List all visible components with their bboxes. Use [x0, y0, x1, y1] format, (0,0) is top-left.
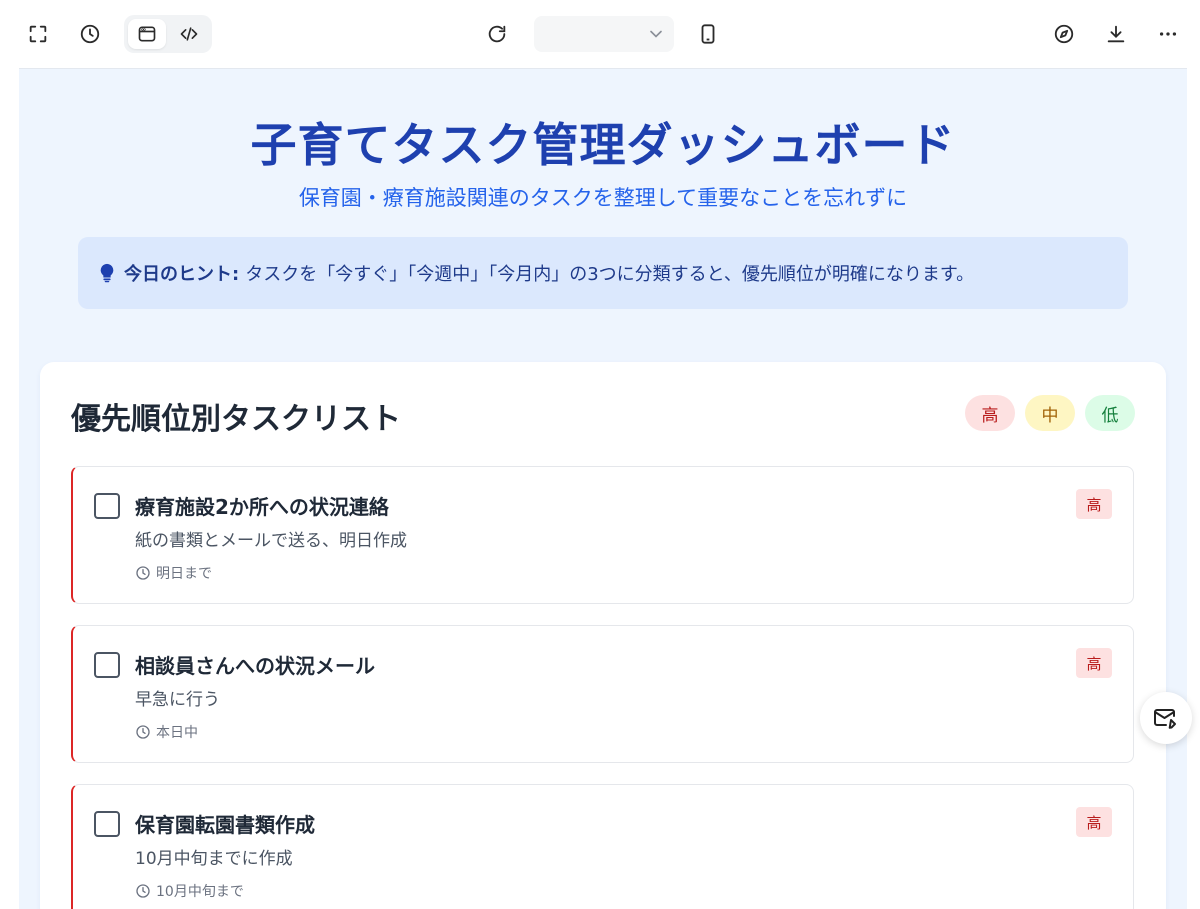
- page-title: 子育てタスク管理ダッシュボード: [250, 118, 956, 172]
- browser-toolbar: [0, 0, 1200, 68]
- task-item: 相談員さんへの状況メール 早急に行う 本日中 高: [71, 625, 1134, 763]
- refresh-icon[interactable]: [479, 16, 515, 52]
- task-due-text: 10月中旬まで: [156, 884, 244, 900]
- clock-icon: [136, 725, 150, 739]
- code-icon[interactable]: [170, 19, 208, 49]
- task-checkbox[interactable]: [94, 493, 120, 519]
- hint-banner: 今日のヒント: タスクを「今すぐ」「今週中」「今月内」の3つに分類すると、優先順…: [78, 237, 1128, 309]
- clock-icon: [136, 884, 150, 898]
- task-item: 保育園転園書類作成 10月中旬までに作成 10月中旬まで 高: [71, 784, 1134, 909]
- history-icon[interactable]: [72, 16, 108, 52]
- legend-low[interactable]: 低: [1085, 395, 1135, 431]
- task-item: 療育施設2か所への状況連絡 紙の書類とメールで送る、明日作成 明日まで 高: [71, 466, 1134, 604]
- preview-frame: 子育てタスク管理ダッシュボード 保育園・療育施設関連のタスクを整理して重要なこと…: [19, 68, 1187, 909]
- clock-icon: [136, 566, 150, 580]
- feedback-mail-button[interactable]: [1140, 692, 1192, 744]
- task-list-card: 優先順位別タスクリスト 高 中 低 療育施設2か所への状況連絡 紙の書類とメール…: [40, 362, 1166, 909]
- task-title: 療育施設2か所への状況連絡: [135, 495, 389, 519]
- task-due: 本日中: [135, 722, 198, 742]
- task-due: 10月中旬まで: [135, 881, 244, 901]
- task-due: 明日まで: [135, 563, 212, 583]
- mail-edit-icon: [1154, 709, 1176, 729]
- task-description: 10月中旬までに作成: [135, 849, 293, 869]
- task-list-title: 優先順位別タスクリスト: [71, 402, 401, 437]
- task-due-text: 本日中: [156, 725, 198, 741]
- preview-icon[interactable]: [128, 19, 166, 49]
- url-select[interactable]: [534, 16, 674, 52]
- task-description: 紙の書類とメールで送る、明日作成: [135, 531, 407, 551]
- legend-mid[interactable]: 中: [1025, 395, 1075, 431]
- task-title: 保育園転園書類作成: [135, 813, 315, 837]
- task-title: 相談員さんへの状況メール: [135, 654, 375, 678]
- view-toggle: [124, 15, 212, 53]
- hint-text: タスクを「今すぐ」「今週中」「今月内」の3つに分類すると、優先順位が明確になりま…: [245, 264, 975, 285]
- task-description: 早急に行う: [135, 690, 220, 710]
- fullscreen-icon[interactable]: [20, 16, 56, 52]
- chevron-down-icon: [650, 30, 662, 38]
- priority-badge: 高: [1076, 807, 1112, 837]
- task-due-text: 明日まで: [156, 566, 212, 582]
- more-icon[interactable]: [1150, 16, 1186, 52]
- lightbulb-icon: [100, 263, 114, 283]
- hint-label: 今日のヒント:: [124, 264, 240, 285]
- task-checkbox[interactable]: [94, 811, 120, 837]
- priority-legend: 高 中 低: [965, 395, 1135, 431]
- priority-badge: 高: [1076, 489, 1112, 519]
- compass-icon[interactable]: [1046, 16, 1082, 52]
- legend-high[interactable]: 高: [965, 395, 1015, 431]
- mobile-device-icon[interactable]: [690, 16, 726, 52]
- page-subtitle: 保育園・療育施設関連のタスクを整理して重要なことを忘れずに: [298, 186, 908, 210]
- task-checkbox[interactable]: [94, 652, 120, 678]
- priority-badge: 高: [1076, 648, 1112, 678]
- download-icon[interactable]: [1098, 16, 1134, 52]
